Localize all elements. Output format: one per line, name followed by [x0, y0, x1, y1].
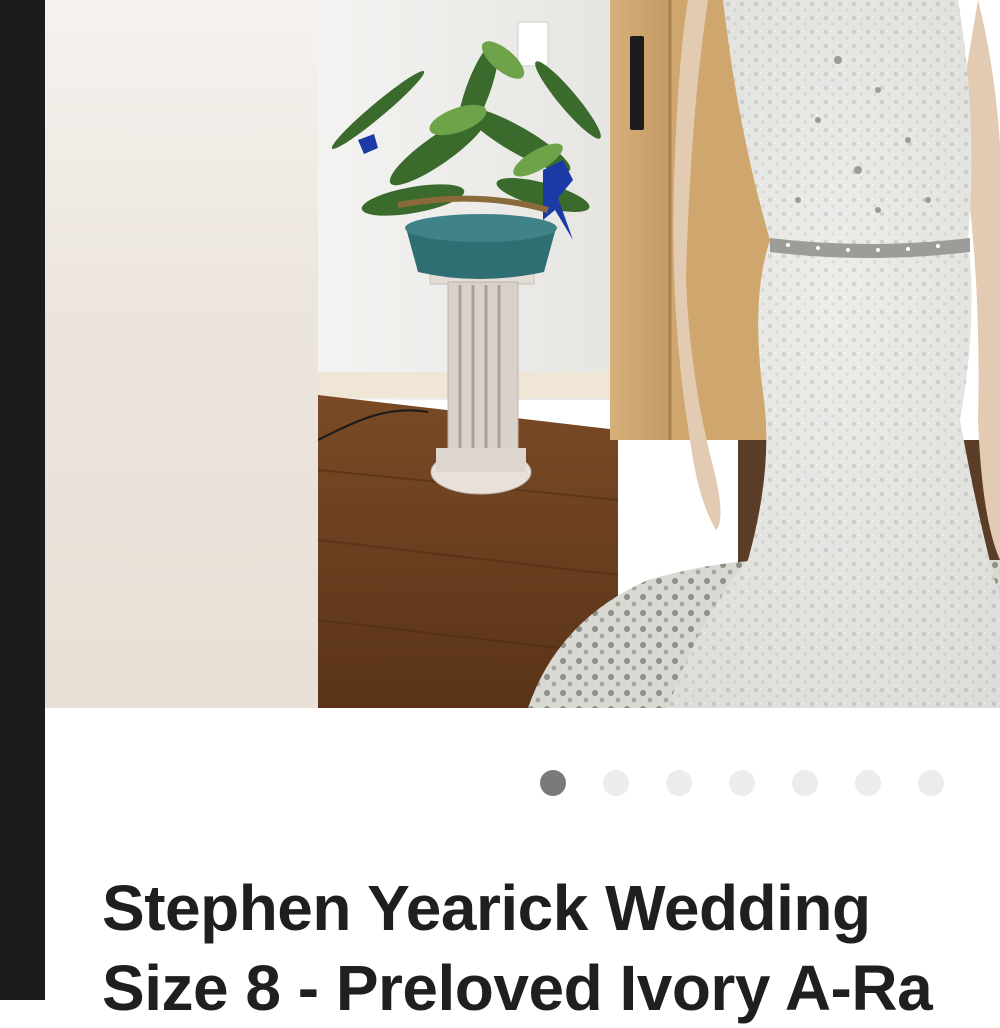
listing-title: Stephen Yearick Wedding Size 8 - Prelove…	[102, 868, 1000, 1028]
product-photo[interactable]	[318, 0, 1000, 708]
gallery-dot[interactable]	[666, 770, 692, 796]
gallery-dot[interactable]	[792, 770, 818, 796]
gallery-dot[interactable]	[540, 770, 566, 796]
gallery-dot[interactable]	[729, 770, 755, 796]
left-edge-bar	[0, 0, 45, 1000]
gallery-dot[interactable]	[603, 770, 629, 796]
listing-title-line-1: Stephen Yearick Wedding	[102, 872, 871, 944]
image-gallery[interactable]	[45, 0, 1000, 708]
gallery-dot[interactable]	[918, 770, 944, 796]
listing-title-line-2: Size 8 - Preloved Ivory A-Ra	[102, 952, 933, 1024]
gallery-dot[interactable]	[855, 770, 881, 796]
previous-image-peek[interactable]	[45, 0, 318, 708]
